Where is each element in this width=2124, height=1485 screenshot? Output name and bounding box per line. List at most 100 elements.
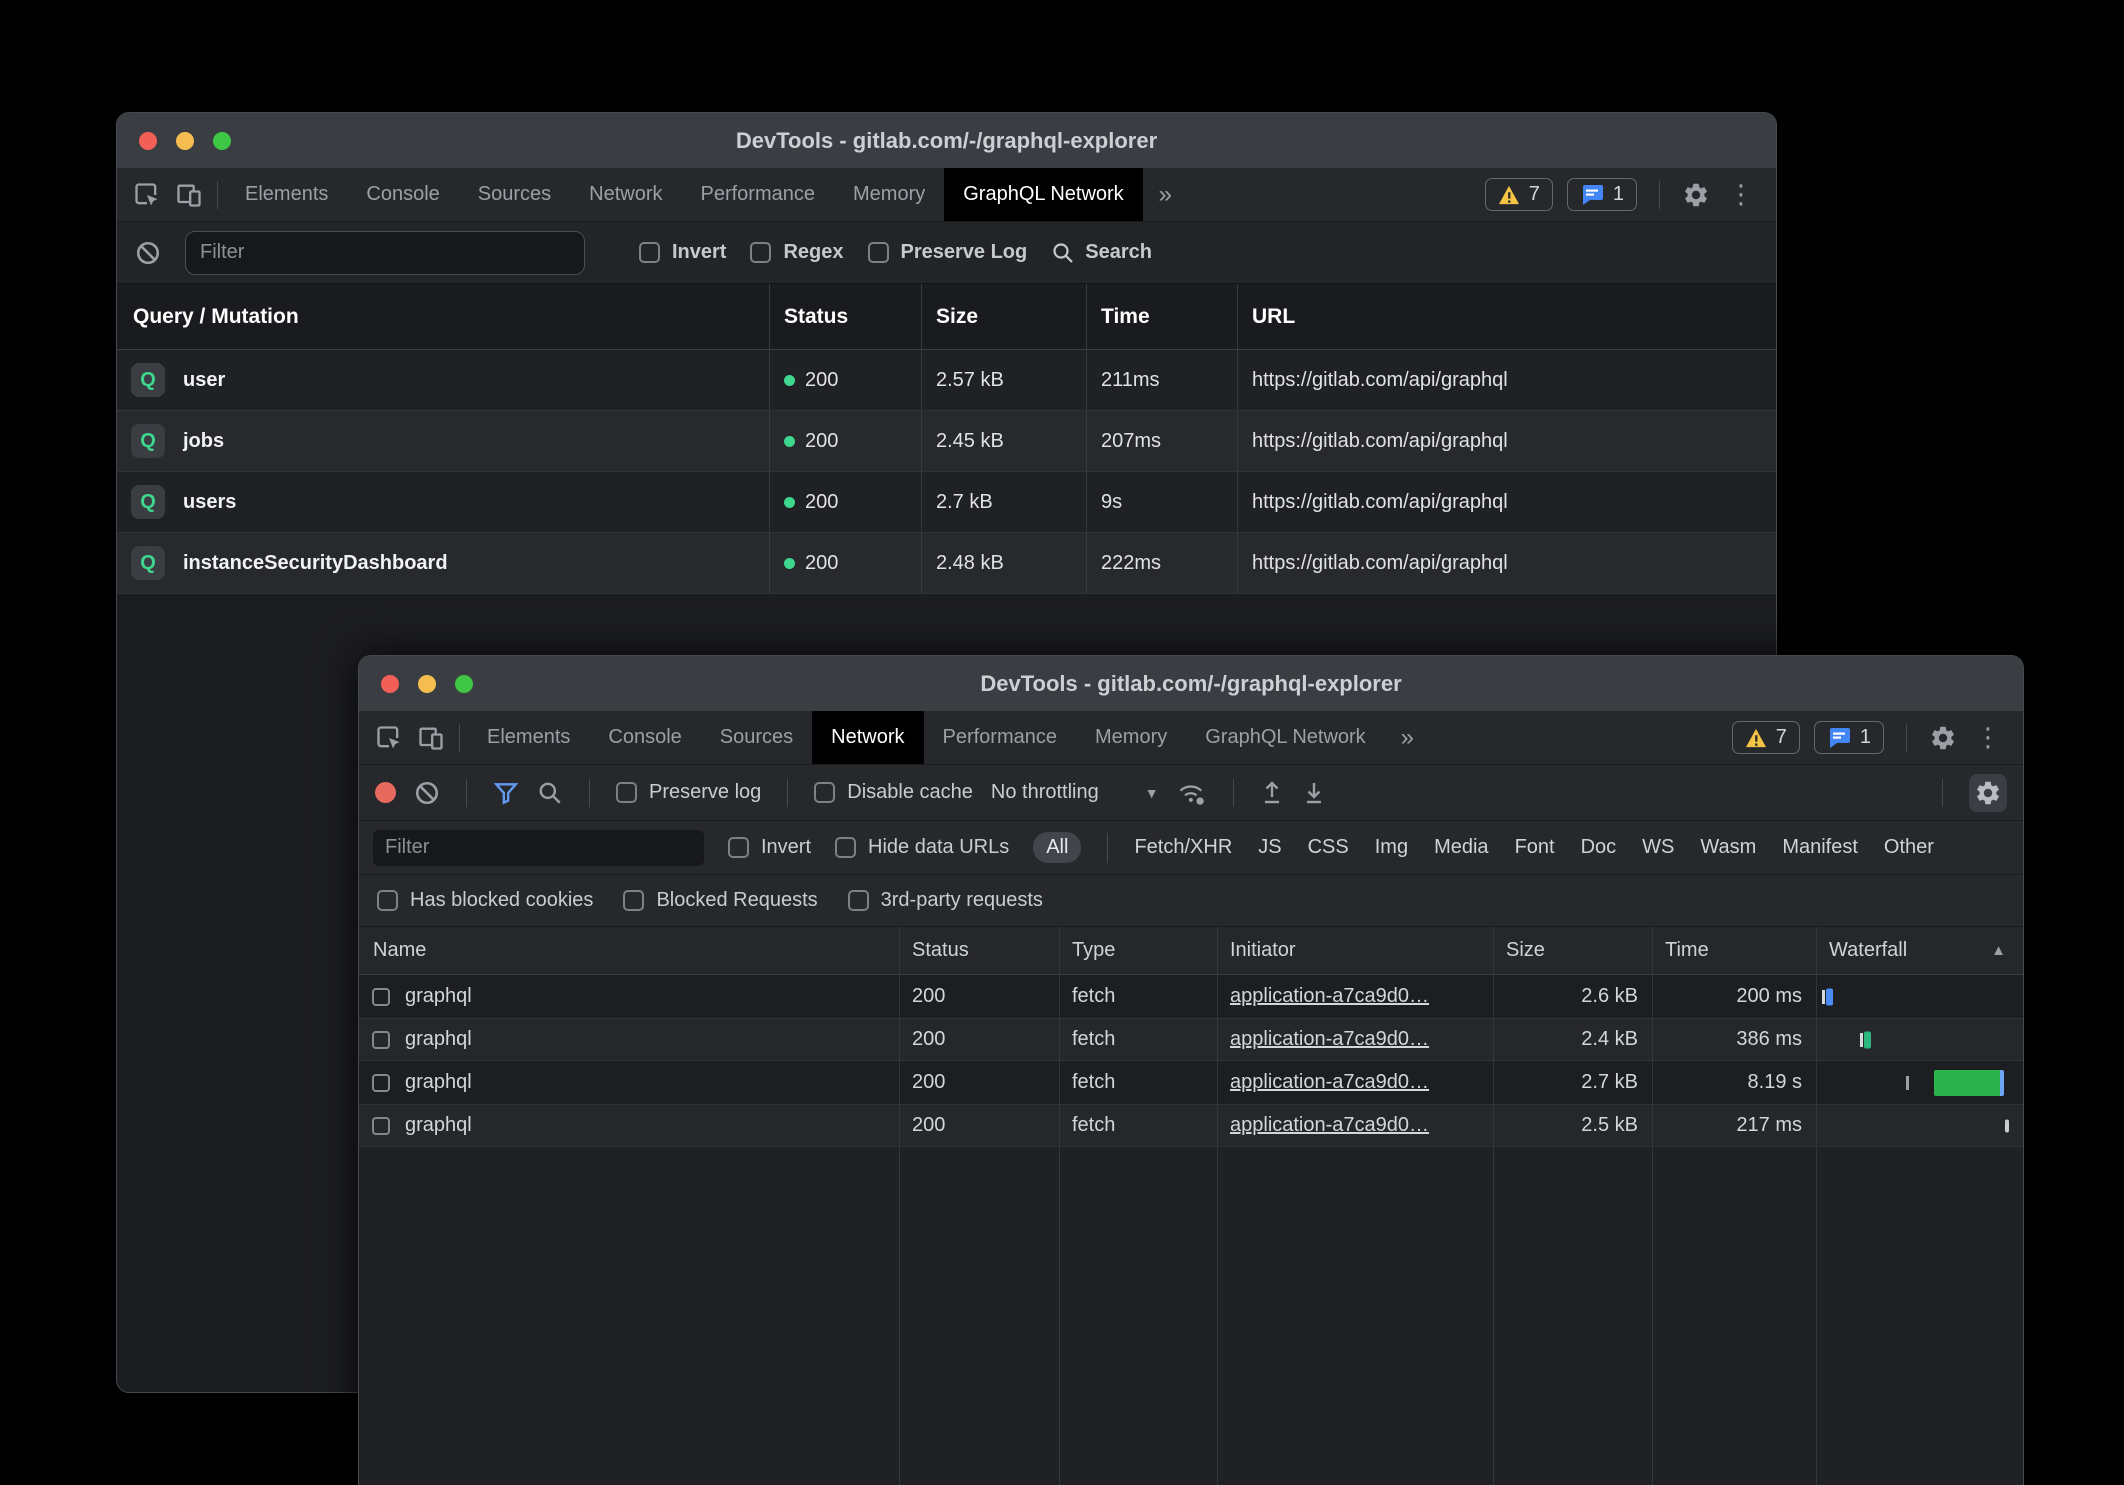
checkbox[interactable] xyxy=(639,242,660,263)
tab-sources[interactable]: Sources xyxy=(701,711,812,764)
column-header-size[interactable]: Size xyxy=(1494,927,1653,974)
table-row[interactable]: graphql 200 fetch application-a7ca9d0… 2… xyxy=(359,975,2023,1018)
table-row[interactable]: QinstanceSecurityDashboard 200 2.48 kB 2… xyxy=(117,533,1776,594)
tab-network[interactable]: Network xyxy=(812,711,923,764)
filter-input[interactable] xyxy=(185,231,585,275)
tab-elements[interactable]: Elements xyxy=(468,711,589,764)
chip-manifest[interactable]: Manifest xyxy=(1782,836,1858,859)
close-button[interactable] xyxy=(139,132,157,150)
initiator-link[interactable]: application-a7ca9d0… xyxy=(1230,1028,1429,1051)
chip-fetch-xhr[interactable]: Fetch/XHR xyxy=(1134,836,1232,859)
column-header-time[interactable]: Time xyxy=(1087,284,1238,349)
invert-checkbox[interactable]: Invert xyxy=(728,836,811,859)
tab-console[interactable]: Console xyxy=(589,711,700,764)
chip-wasm[interactable]: Wasm xyxy=(1700,836,1756,859)
tab-sources[interactable]: Sources xyxy=(459,168,570,221)
inspect-element-icon[interactable] xyxy=(133,181,161,209)
filter-input[interactable] xyxy=(373,830,704,866)
tab-graphql-network[interactable]: GraphQL Network xyxy=(944,168,1142,221)
warnings-badge[interactable]: 7 xyxy=(1732,721,1800,754)
checkbox[interactable] xyxy=(623,890,644,911)
tab-graphql-network[interactable]: GraphQL Network xyxy=(1186,711,1384,764)
chip-other[interactable]: Other xyxy=(1884,836,1934,859)
tab-console[interactable]: Console xyxy=(347,168,458,221)
column-header-initiator[interactable]: Initiator xyxy=(1218,927,1494,974)
warnings-badge[interactable]: 7 xyxy=(1485,178,1553,211)
table-row[interactable]: graphql 200 fetch application-a7ca9d0… 2… xyxy=(359,1018,2023,1061)
checkbox[interactable] xyxy=(377,890,398,911)
zoom-button[interactable] xyxy=(455,675,473,693)
chip-js[interactable]: JS xyxy=(1258,836,1281,859)
checkbox[interactable] xyxy=(835,837,856,858)
chip-media[interactable]: Media xyxy=(1434,836,1488,859)
more-tabs-icon[interactable]: » xyxy=(1143,168,1188,221)
network-conditions-icon[interactable] xyxy=(1177,779,1207,807)
row-checkbox[interactable] xyxy=(372,1031,390,1049)
export-har-icon[interactable] xyxy=(1302,780,1326,806)
checkbox[interactable] xyxy=(848,890,869,911)
chip-img[interactable]: Img xyxy=(1375,836,1408,859)
record-button[interactable] xyxy=(375,782,396,803)
row-checkbox[interactable] xyxy=(372,1117,390,1135)
column-header-type[interactable]: Type xyxy=(1060,927,1218,974)
more-tabs-icon[interactable]: » xyxy=(1385,711,1430,764)
regex-checkbox[interactable]: Regex xyxy=(750,241,843,264)
chip-css[interactable]: CSS xyxy=(1308,836,1349,859)
settings-gear-icon[interactable] xyxy=(1929,724,1957,752)
throttling-select[interactable]: No throttling ▼ xyxy=(991,781,1159,804)
initiator-link[interactable]: application-a7ca9d0… xyxy=(1230,1071,1429,1094)
settings-gear-icon[interactable] xyxy=(1682,181,1710,209)
tab-elements[interactable]: Elements xyxy=(226,168,347,221)
table-row[interactable]: Qjobs 200 2.45 kB 207ms https://gitlab.c… xyxy=(117,411,1776,472)
device-toolbar-icon[interactable] xyxy=(175,181,203,209)
network-settings-gear-icon[interactable] xyxy=(1969,774,2007,812)
titlebar[interactable]: DevTools - gitlab.com/-/graphql-explorer xyxy=(117,113,1776,168)
table-row[interactable]: Quser 200 2.57 kB 211ms https://gitlab.c… xyxy=(117,350,1776,411)
search-icon[interactable] xyxy=(537,780,563,806)
column-header-url[interactable]: URL xyxy=(1238,284,1776,349)
column-header-time[interactable]: Time xyxy=(1653,927,1817,974)
table-row[interactable]: graphql 200 fetch application-a7ca9d0… 2… xyxy=(359,1104,2023,1147)
table-row[interactable]: Qusers 200 2.7 kB 9s https://gitlab.com/… xyxy=(117,472,1776,533)
search-control[interactable]: Search xyxy=(1051,241,1152,265)
initiator-link[interactable]: application-a7ca9d0… xyxy=(1230,1114,1429,1137)
tab-performance[interactable]: Performance xyxy=(924,711,1077,764)
close-button[interactable] xyxy=(381,675,399,693)
zoom-button[interactable] xyxy=(213,132,231,150)
minimize-button[interactable] xyxy=(176,132,194,150)
blocked-requests-checkbox[interactable]: Blocked Requests xyxy=(623,889,817,912)
initiator-link[interactable]: application-a7ca9d0… xyxy=(1230,985,1429,1008)
invert-checkbox[interactable]: Invert xyxy=(639,241,726,264)
chip-all[interactable]: All xyxy=(1033,832,1081,863)
chip-doc[interactable]: Doc xyxy=(1581,836,1617,859)
checkbox[interactable] xyxy=(616,782,637,803)
table-row[interactable]: graphql 200 fetch application-a7ca9d0… 2… xyxy=(359,1061,2023,1104)
minimize-button[interactable] xyxy=(418,675,436,693)
has-blocked-cookies-checkbox[interactable]: Has blocked cookies xyxy=(377,889,593,912)
checkbox[interactable] xyxy=(868,242,889,263)
column-header-status[interactable]: Status xyxy=(900,927,1060,974)
more-options-icon[interactable]: ⋮ xyxy=(1724,179,1758,210)
checkbox[interactable] xyxy=(750,242,771,263)
preserve-log-checkbox[interactable]: Preserve Log xyxy=(868,241,1028,264)
issues-badge[interactable]: 1 xyxy=(1814,721,1884,754)
tab-network[interactable]: Network xyxy=(570,168,681,221)
inspect-element-icon[interactable] xyxy=(375,724,403,752)
column-header-name[interactable]: Name xyxy=(359,927,900,974)
column-header-status[interactable]: Status xyxy=(770,284,922,349)
issues-badge[interactable]: 1 xyxy=(1567,178,1637,211)
tab-performance[interactable]: Performance xyxy=(682,168,835,221)
hide-data-urls-checkbox[interactable]: Hide data URLs xyxy=(835,836,1009,859)
device-toolbar-icon[interactable] xyxy=(417,724,445,752)
checkbox[interactable] xyxy=(814,782,835,803)
column-header-waterfall[interactable]: Waterfall ▲ xyxy=(1817,927,2023,974)
checkbox[interactable] xyxy=(728,837,749,858)
row-checkbox[interactable] xyxy=(372,1074,390,1092)
column-header-query[interactable]: Query / Mutation xyxy=(117,284,770,349)
third-party-requests-checkbox[interactable]: 3rd-party requests xyxy=(848,889,1043,912)
clear-icon[interactable] xyxy=(414,780,440,806)
filter-funnel-icon[interactable] xyxy=(493,780,519,806)
clear-icon[interactable] xyxy=(135,240,161,266)
chip-font[interactable]: Font xyxy=(1515,836,1555,859)
tab-memory[interactable]: Memory xyxy=(1076,711,1186,764)
